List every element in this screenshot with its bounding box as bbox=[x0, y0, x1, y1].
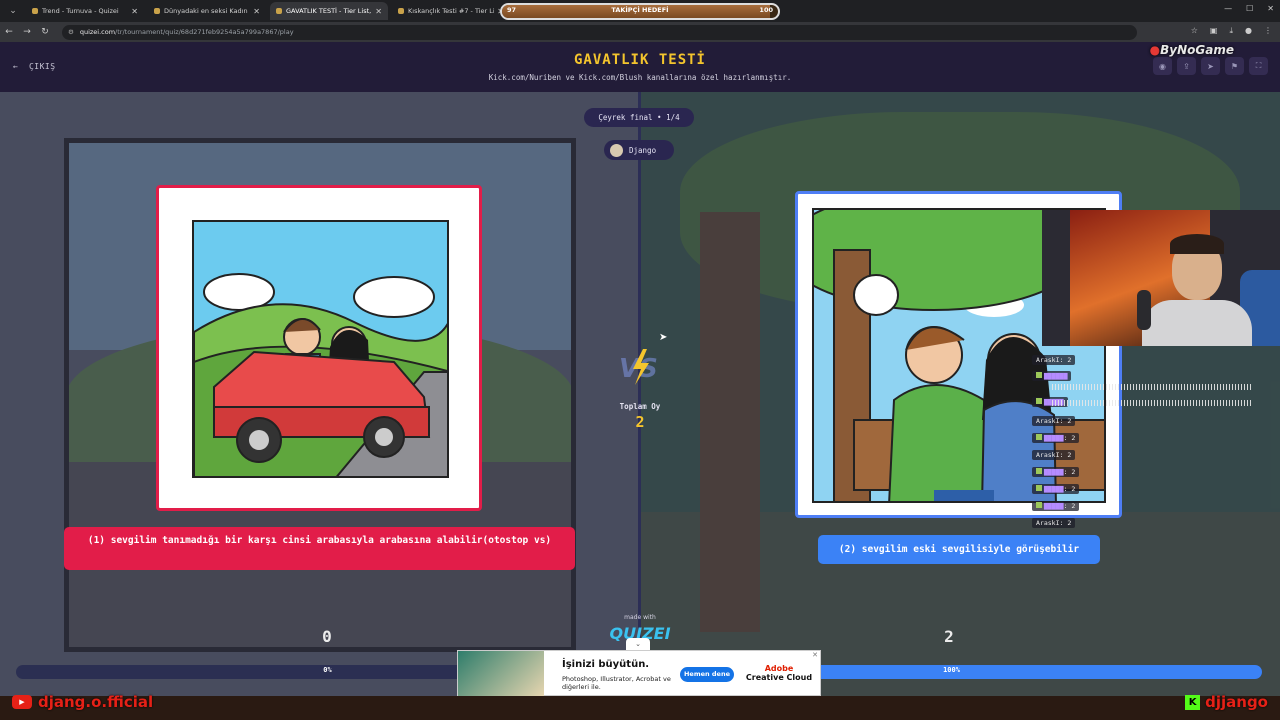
chat-spam-line bbox=[1052, 400, 1252, 406]
close-tab-icon[interactable]: ✕ bbox=[375, 7, 382, 16]
profile-icon[interactable]: ● bbox=[1245, 26, 1252, 36]
ad-cta-button[interactable]: Hemen dene bbox=[680, 667, 734, 682]
reload-icon[interactable]: ↻ bbox=[36, 27, 54, 37]
menu-kebab-icon[interactable]: ⋮ bbox=[1264, 26, 1272, 36]
stream-chat: AraskI: 2 ▇▇▇▇▇▇ ▇▇▇▇▇ AraskI: 2 ▇▇▇▇▇: … bbox=[1032, 352, 1280, 532]
browser-tab[interactable]: Kıskançlık Testi #7 - Tier List | N✕ bbox=[392, 2, 510, 20]
stream-footer bbox=[0, 696, 1280, 720]
bookmark-star-icon[interactable]: ☆ bbox=[1191, 26, 1198, 36]
bynogame-logo: ●ByNoGame bbox=[1149, 43, 1234, 57]
chat-message: AraskI: 2 bbox=[1032, 449, 1076, 461]
vs-lightning-icon: VS bbox=[617, 347, 663, 387]
favicon-icon bbox=[398, 8, 404, 14]
forward-arrow-icon[interactable]: → bbox=[18, 27, 36, 37]
ad-description: Photoshop, Illustrator, Acrobat ve diğer… bbox=[562, 675, 671, 691]
window-controls: — ☐ ✕ bbox=[1224, 4, 1274, 13]
option-2-vote-count: 2 bbox=[944, 627, 954, 646]
browser-tab[interactable]: Dünyadaki en seksi Kadın kim -✕ bbox=[148, 2, 266, 20]
round-badge: Çeyrek final • 1/4 bbox=[584, 108, 694, 127]
chat-message: ▇▇▇▇▇: 2 bbox=[1032, 500, 1080, 512]
option-1-vote-count: 0 bbox=[322, 627, 332, 646]
back-arrow-icon[interactable]: ← bbox=[0, 27, 18, 37]
microphone-icon bbox=[1137, 290, 1151, 330]
chat-message: ▇▇▇▇▇: 2 bbox=[1032, 432, 1080, 444]
adobe-logo: Adobe Creative Cloud bbox=[745, 664, 813, 682]
follower-target: 100 bbox=[759, 6, 773, 14]
kick-handle: Kdjjango bbox=[1185, 693, 1268, 711]
extensions-icon[interactable]: ▣ bbox=[1210, 26, 1218, 36]
chat-message: ▇▇▇▇▇▇ bbox=[1032, 370, 1072, 382]
made-with-label: made with bbox=[624, 614, 656, 621]
eye-icon[interactable]: ◉ bbox=[1153, 57, 1172, 75]
quiz-title: GAVATLIK TESTİ bbox=[573, 52, 706, 68]
send-icon[interactable]: ➤ bbox=[1201, 57, 1220, 75]
quiz-header: ← ÇIKIŞ GAVATLIK TESTİ Kick.com/Nuriben … bbox=[0, 42, 1280, 92]
flag-icon[interactable]: ⚑ bbox=[1225, 57, 1244, 75]
webcam-overlay bbox=[1042, 210, 1280, 346]
chat-message: AraskI: 2 bbox=[1032, 354, 1076, 366]
mouse-cursor-icon: ➤ bbox=[659, 332, 668, 343]
favicon-icon bbox=[276, 8, 282, 14]
option-1-card[interactable] bbox=[156, 185, 482, 511]
kick-icon: K bbox=[1185, 694, 1201, 710]
screen: ⌄ Trend - Turnuva - Quizei ✕ Dünyadaki en… bbox=[0, 0, 1280, 720]
favicon-icon bbox=[154, 8, 160, 14]
chat-message: AraskI: 2 bbox=[1032, 415, 1076, 427]
ad-image bbox=[458, 651, 544, 697]
close-window-icon[interactable]: ✕ bbox=[1267, 4, 1274, 13]
total-votes-label: Toplam Oy bbox=[619, 402, 661, 411]
ad-collapse-chevron-icon[interactable]: ⌄ bbox=[626, 638, 650, 650]
youtube-handle: ▶ djang.o.fficial bbox=[12, 693, 153, 711]
fullscreen-icon[interactable]: ⛶ bbox=[1249, 57, 1268, 75]
maximize-icon[interactable]: ☐ bbox=[1246, 4, 1253, 13]
follower-goal-bar: 97 TAKİPÇİ HEDEFİ 100 bbox=[500, 3, 780, 20]
url-field[interactable]: ⚙ quizei.com/tr/tournament/quiz/68d271fe… bbox=[62, 24, 1137, 40]
ad-banner[interactable]: İşinizi büyütün. Photoshop, Illustrator,… bbox=[457, 650, 821, 697]
download-icon[interactable]: ⤓ bbox=[1229, 26, 1233, 36]
site-info-icon[interactable]: ⚙ bbox=[68, 28, 74, 36]
share-icon[interactable]: ⇪ bbox=[1177, 57, 1196, 75]
option-1-label[interactable]: (1) sevgilim tanımadığı bir karşı cinsi … bbox=[64, 527, 575, 570]
header-actions: ◉ ⇪ ➤ ⚑ ⛶ bbox=[1153, 57, 1268, 75]
divider-line bbox=[638, 92, 641, 696]
chat-spam-line bbox=[1052, 384, 1252, 390]
toolbar-icons: ☆ ▣ ⤓ ● ⋮ bbox=[1191, 26, 1272, 36]
browser-tab[interactable]: Trend - Turnuva - Quizei ✕ bbox=[26, 2, 144, 20]
chat-message: ▇▇▇▇▇: 2 bbox=[1032, 483, 1080, 495]
quiz-subtitle: Kick.com/Nuriben ve Kick.com/Blush kanal… bbox=[488, 73, 792, 82]
option-2-label[interactable]: (2) sevgilim eski sevgilisiyle görüşebil… bbox=[818, 535, 1100, 564]
browser-tab-active[interactable]: GAVATLIK TESTİ - Tier List, Kör✕ bbox=[270, 2, 388, 20]
option-1-image bbox=[192, 220, 449, 478]
chat-message: AraskI: 2 bbox=[1032, 517, 1076, 529]
youtube-icon: ▶ bbox=[12, 695, 32, 709]
user-badge: Django bbox=[604, 140, 674, 160]
chat-message: ▇▇▇▇▇: 2 bbox=[1032, 466, 1080, 478]
close-tab-icon[interactable]: ✕ bbox=[131, 7, 138, 16]
ad-headline: İşinizi büyütün. bbox=[562, 659, 650, 670]
avatar bbox=[610, 143, 623, 157]
minimize-icon[interactable]: — bbox=[1224, 4, 1232, 13]
follower-goal-label: TAKİPÇİ HEDEFİ bbox=[611, 6, 669, 14]
ad-close-icon[interactable]: ✕ bbox=[812, 651, 818, 659]
total-votes-value: 2 bbox=[635, 413, 645, 431]
tab-search-icon[interactable]: ⌄ bbox=[4, 2, 22, 20]
browser-addressbar: ← → ↻ ⚙ quizei.com/tr/tournament/quiz/68… bbox=[0, 22, 1280, 42]
close-tab-icon[interactable]: ✕ bbox=[253, 7, 260, 16]
favicon-icon bbox=[32, 8, 38, 14]
